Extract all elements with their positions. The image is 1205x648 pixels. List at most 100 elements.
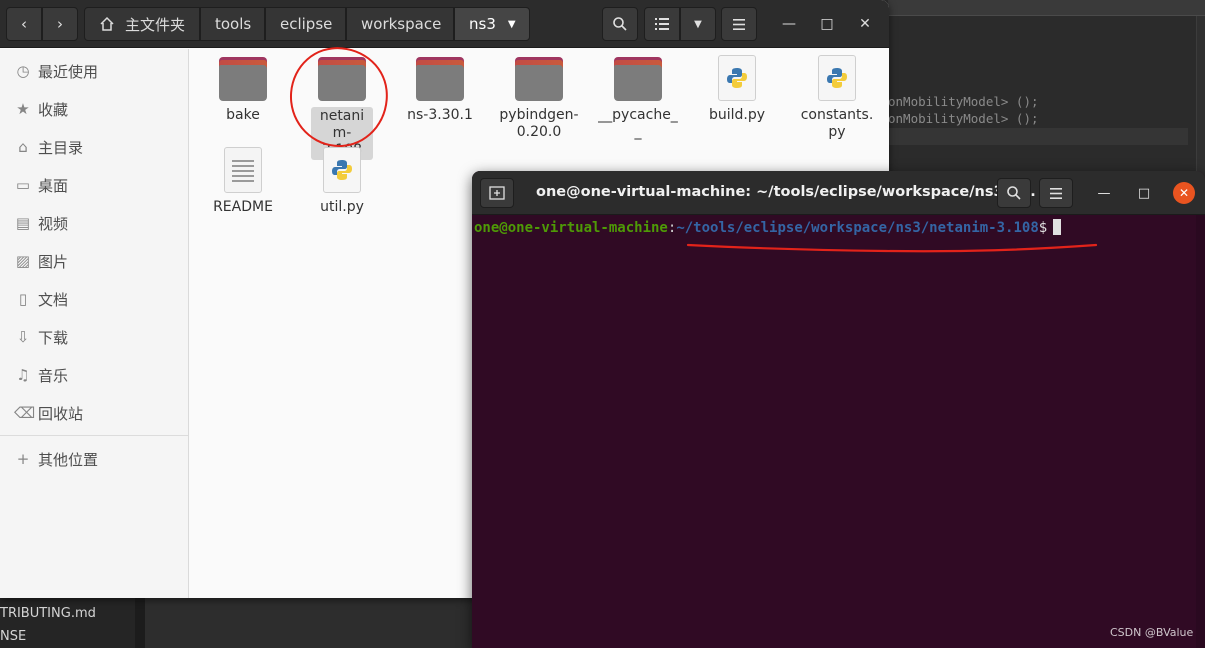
sidebar-item-label: 下载 [38, 328, 69, 347]
text-cursor [1053, 219, 1062, 235]
menu-button[interactable] [721, 7, 757, 41]
sidebar-item-pictures[interactable]: ▨ 图片 [0, 242, 188, 280]
sidebar-item-label: 音乐 [38, 366, 69, 385]
sidebar-item-label: 收藏 [38, 100, 69, 119]
file-tree-item[interactable]: TRIBUTING.md [0, 606, 96, 621]
file-tree-item[interactable]: NSE [0, 629, 26, 644]
view-options-button[interactable]: ▼ [680, 7, 716, 41]
view-list-button[interactable] [644, 7, 680, 41]
sidebar-item-documents[interactable]: ▯ 文档 [0, 280, 188, 318]
file-manager-headerbar: ‹ › 主文件夹 tools eclipse workspace ns3 ▼ ▼… [0, 0, 889, 48]
breadcrumb-eclipse[interactable]: eclipse [265, 7, 346, 41]
editor-divider [135, 597, 145, 648]
file-name: build.py [708, 107, 766, 123]
shell-prompt: one@one-virtual-machine:~/tools/eclipse/… [474, 219, 1062, 236]
chevron-left-icon: ‹ [21, 15, 27, 33]
editor-code-line: onMobilityModel> (); [888, 111, 1039, 126]
folder-icon [219, 57, 267, 101]
breadcrumb-workspace[interactable]: workspace [346, 7, 454, 41]
search-button[interactable] [602, 7, 638, 41]
file-item-readme[interactable]: README [191, 147, 295, 216]
file-item-pybindgen[interactable]: pybindgen-0.20.0 [487, 57, 591, 141]
sidebar-item-trash[interactable]: ⌫ 回收站 [0, 394, 188, 432]
terminal-search-button[interactable] [997, 178, 1031, 208]
breadcrumb-home[interactable]: 主文件夹 [84, 7, 200, 41]
new-tab-button[interactable] [480, 178, 514, 208]
document-icon: ▯ [18, 290, 28, 308]
forward-button[interactable]: › [42, 7, 78, 41]
python-file-icon [718, 55, 756, 101]
file-name: util.py [320, 199, 364, 215]
close-button[interactable]: ✕ [853, 12, 877, 36]
breadcrumb-tools[interactable]: tools [200, 7, 265, 41]
editor-current-line [888, 128, 1188, 145]
file-name: README [213, 199, 273, 215]
breadcrumb-label: 主文件夹 [125, 15, 186, 34]
search-icon [1007, 186, 1021, 200]
sidebar-item-label: 视频 [38, 214, 69, 233]
terminal-minimize-button[interactable]: — [1093, 182, 1115, 204]
python-file-icon [818, 55, 856, 101]
terminal-maximize-button[interactable]: □ [1133, 182, 1155, 204]
prompt-dollar: $ [1038, 220, 1048, 236]
sidebar-item-label: 最近使用 [38, 62, 99, 81]
file-name: pybindgen-0.20.0 [499, 107, 579, 140]
prompt-user: one@one-virtual-machine [474, 220, 668, 236]
sidebar-item-other-locations[interactable]: + 其他位置 [0, 440, 188, 478]
search-icon [613, 17, 627, 31]
video-icon: ▤ [15, 214, 31, 232]
watermark: CSDN @BValue [1110, 626, 1194, 639]
sidebar-item-desktop[interactable]: ▭ 桌面 [0, 166, 188, 204]
file-item-pycache[interactable]: __pycache__ [586, 57, 690, 141]
chevron-down-icon: ▼ [694, 18, 702, 30]
breadcrumb-ns3[interactable]: ns3 ▼ [454, 7, 530, 41]
close-icon: ✕ [859, 16, 871, 32]
sidebar-item-music[interactable]: ♫ 音乐 [0, 356, 188, 394]
breadcrumb-label: eclipse [280, 15, 333, 33]
terminal-scrollbar[interactable] [1196, 215, 1205, 648]
file-name: bake [226, 107, 260, 123]
file-item-bake[interactable]: bake [191, 57, 295, 124]
clock-icon: ◷ [16, 62, 30, 80]
maximize-icon: □ [1137, 185, 1151, 201]
chevron-right-icon: › [57, 15, 63, 33]
list-view-icon [655, 18, 669, 30]
maximize-button[interactable]: □ [815, 12, 839, 36]
file-item-build-py[interactable]: build.py [685, 55, 789, 124]
trash-icon: ⌫ [14, 404, 36, 422]
desktop-icon: ▭ [15, 176, 31, 194]
terminal-headerbar: one@one-virtual-machine: ~/tools/eclipse… [472, 171, 1205, 215]
sidebar-item-recent[interactable]: ◷ 最近使用 [0, 52, 188, 90]
hamburger-menu-icon [733, 18, 745, 30]
sidebar-item-downloads[interactable]: ⇩ 下载 [0, 318, 188, 356]
file-item-netanim[interactable]: netanim-3.108 [290, 57, 394, 160]
folder-icon [515, 57, 563, 101]
editor-code-line: onMobilityModel> (); [888, 94, 1039, 109]
sidebar-item-videos[interactable]: ▤ 视频 [0, 204, 188, 242]
terminal-output[interactable]: one@one-virtual-machine:~/tools/eclipse/… [472, 215, 1205, 648]
terminal-menu-button[interactable] [1039, 178, 1073, 208]
minimize-button[interactable]: — [777, 12, 801, 36]
sidebar-item-label: 其他位置 [38, 450, 99, 469]
close-icon: ✕ [1178, 186, 1190, 200]
picture-icon: ▨ [15, 252, 31, 270]
chevron-down-icon: ▼ [507, 18, 516, 30]
home-icon [100, 16, 114, 31]
folder-icon [416, 57, 464, 101]
places-sidebar: ◷ 最近使用 ★ 收藏 ⌂ 主目录 ▭ 桌面 ▤ 视频 ▨ 图片 ▯ 文档 ⇩ 下载 ♫ 音乐 ⌫… [0, 49, 189, 598]
file-item-ns3[interactable]: ns-3.30.1 [388, 57, 492, 124]
file-name: __pycache__ [598, 107, 678, 140]
terminal-close-button[interactable]: ✕ [1173, 182, 1195, 204]
download-icon: ⇩ [16, 328, 30, 346]
terminal-window: one@one-virtual-machine: ~/tools/eclipse… [472, 171, 1205, 648]
sidebar-item-home[interactable]: ⌂ 主目录 [0, 128, 188, 166]
back-button[interactable]: ‹ [6, 7, 42, 41]
file-item-constants-py[interactable]: constants.py [785, 55, 889, 141]
file-item-util-py[interactable]: util.py [290, 147, 394, 216]
sidebar-item-label: 图片 [38, 252, 69, 271]
breadcrumb-label: ns3 [469, 15, 496, 33]
sidebar-item-label: 主目录 [38, 138, 84, 157]
sidebar-item-starred[interactable]: ★ 收藏 [0, 90, 188, 128]
home-icon: ⌂ [18, 138, 28, 156]
file-name: ns-3.30.1 [407, 107, 473, 123]
